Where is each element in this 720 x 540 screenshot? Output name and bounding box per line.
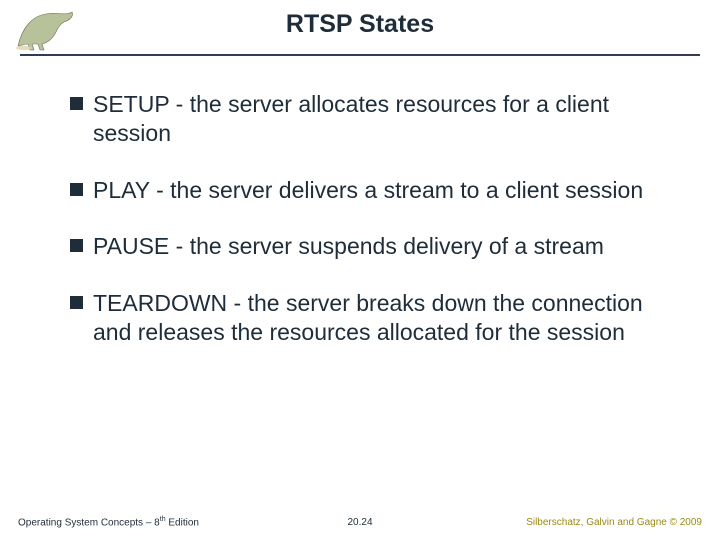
bullet-item: SETUP - the server allocates resources f… [70,90,680,148]
square-bullet-icon [70,239,83,252]
bullet-item: TEARDOWN - the server breaks down the co… [70,289,680,347]
bullet-text: PLAY - the server delivers a stream to a… [93,176,643,205]
square-bullet-icon [70,97,83,110]
square-bullet-icon [70,183,83,196]
bullet-text: SETUP - the server allocates resources f… [93,90,680,148]
footer-right: Silberschatz, Galvin and Gagne © 2009 [526,517,702,528]
title-underline [20,54,700,56]
footer: Operating System Concepts – 8th Edition … [0,508,720,528]
slide: RTSP States SETUP - the server allocates… [0,0,720,540]
content-area: SETUP - the server allocates resources f… [70,90,680,375]
bullet-text: TEARDOWN - the server breaks down the co… [93,289,680,347]
title-area: RTSP States [0,10,720,39]
square-bullet-icon [70,296,83,309]
bullet-item: PLAY - the server delivers a stream to a… [70,176,680,205]
slide-title: RTSP States [286,10,434,39]
bullet-text: PAUSE - the server suspends delivery of … [93,232,604,261]
bullet-item: PAUSE - the server suspends delivery of … [70,232,680,261]
